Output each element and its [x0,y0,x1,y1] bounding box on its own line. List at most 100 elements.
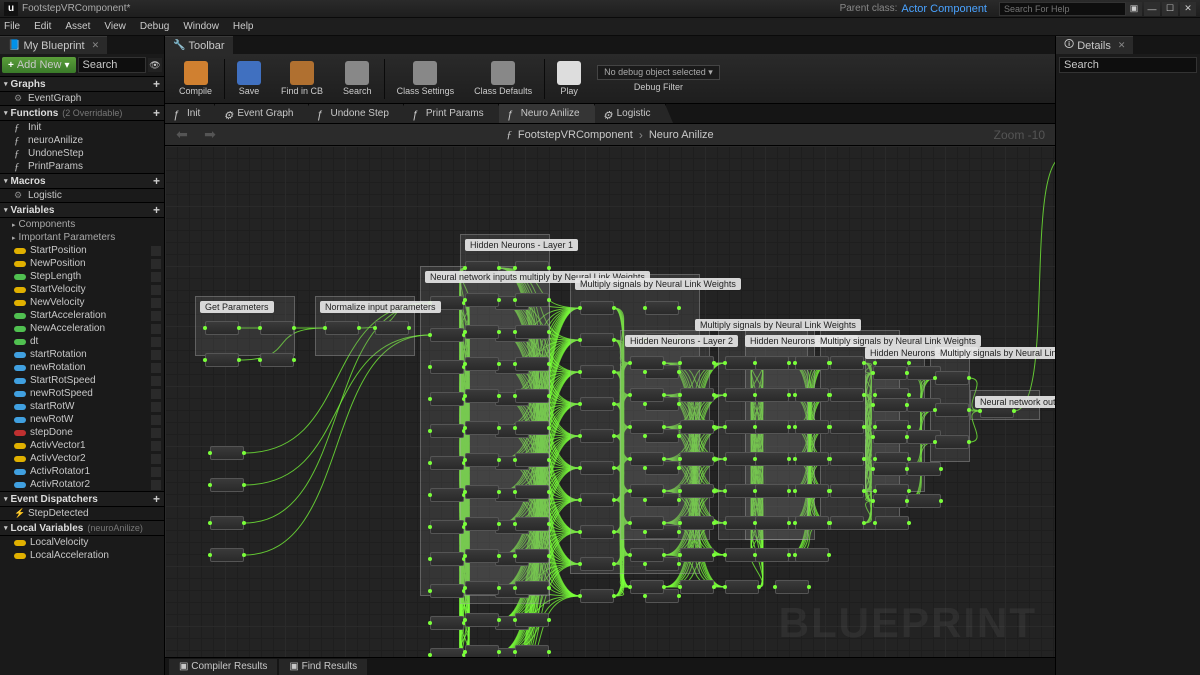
find-in-cb-button[interactable]: Find in CB [271,56,333,102]
class-defaults-button[interactable]: Class Defaults [464,56,542,102]
nav-back-icon[interactable]: ⬅ [173,126,191,144]
graph-node[interactable] [875,516,909,530]
graph-node[interactable] [795,356,829,370]
graph-node[interactable] [630,484,664,498]
graph-node[interactable] [465,325,499,339]
graph-node[interactable] [630,420,664,434]
graph-node[interactable] [515,389,549,403]
graph-node[interactable] [873,494,907,508]
graph-node[interactable] [907,494,941,508]
graph-node[interactable] [515,645,549,657]
toolbar-tab[interactable]: 🔧 Toolbar [165,36,233,54]
graph-node[interactable] [580,525,614,539]
parent-class-link[interactable]: Actor Component [901,3,987,15]
bottom-tab-find-results[interactable]: ▣ Find Results [279,659,367,675]
graph-node[interactable] [873,366,907,380]
menu-asset[interactable]: Asset [65,21,90,32]
graph-node[interactable] [645,301,679,315]
graph-node[interactable] [873,462,907,476]
graph-node[interactable] [515,581,549,595]
function-item[interactable]: ƒneuroAnilize [0,134,164,147]
graph-node[interactable] [430,520,464,534]
graph-node[interactable] [795,548,829,562]
graph-node[interactable] [795,484,829,498]
graph-node[interactable] [515,517,549,531]
graph-node[interactable] [580,493,614,507]
breadcrumb-leaf[interactable]: Neuro Anilize [649,129,714,141]
section-header[interactable]: ▾Graphs+ [0,76,164,92]
graph-tab-print-params[interactable]: ƒPrint Params [404,104,499,123]
localvar-item[interactable]: LocalVelocity [0,536,164,549]
variable-item[interactable]: ActivVector2 [0,452,164,465]
graph-node[interactable] [630,548,664,562]
graph-node[interactable] [630,452,664,466]
graph-node[interactable] [830,484,864,498]
compile-button[interactable]: Compile [169,56,222,102]
window-minimize-icon[interactable]: — [1144,2,1160,16]
graph-node[interactable] [430,616,464,630]
graph-node[interactable] [430,392,464,406]
graph-node[interactable] [210,516,244,530]
function-item[interactable]: ƒInit [0,121,164,134]
graph-node[interactable] [775,580,809,594]
function-item[interactable]: ƒUndoneStep [0,147,164,160]
graph-node[interactable] [465,485,499,499]
graph-node[interactable] [465,645,499,657]
graph-node[interactable] [465,581,499,595]
add-new-button[interactable]: Add New ▾ [2,57,76,73]
graph-node[interactable] [465,293,499,307]
variable-item[interactable]: StartAcceleration [0,309,164,322]
graph-node[interactable] [260,353,294,367]
graph-node[interactable] [515,485,549,499]
graph-node[interactable] [580,589,614,603]
graph-node[interactable] [935,403,969,417]
graph-node[interactable] [205,321,239,335]
variable-item[interactable]: startRotation [0,348,164,361]
graph-node[interactable] [680,580,714,594]
graph-node[interactable] [755,356,789,370]
graph-node[interactable] [580,557,614,571]
macro-item[interactable]: ⚙Logistic [0,189,164,202]
class-settings-button[interactable]: Class Settings [387,56,465,102]
graph-node[interactable] [430,552,464,566]
variable-item[interactable]: StartVelocity [0,283,164,296]
graph-node[interactable] [795,516,829,530]
graph-tab-event-graph[interactable]: ⚙Event Graph [215,104,308,123]
graph-node[interactable] [630,516,664,530]
graph-node[interactable] [580,365,614,379]
graph-node[interactable] [515,293,549,307]
window-dock-icon[interactable]: ▣ [1126,2,1142,16]
graph-node[interactable] [465,453,499,467]
section-header[interactable]: ▾Event Dispatchers+ [0,491,164,507]
graph-node[interactable] [630,580,664,594]
variable-item[interactable]: ActivRotator1 [0,465,164,478]
variable-item[interactable]: StartRotSpeed [0,374,164,387]
my-blueprint-tab[interactable]: 📘 My Blueprint✕ [0,36,107,54]
section-header[interactable]: ▾Local Variables(neuroAnilize) [0,520,164,536]
graph-node[interactable] [907,462,941,476]
help-search-input[interactable] [999,2,1126,16]
graph-node[interactable] [935,371,969,385]
var-group[interactable]: Components [0,218,164,231]
section-header[interactable]: ▾Macros+ [0,173,164,189]
blueprint-search-input[interactable]: Search [78,57,146,73]
graph-node[interactable] [515,613,549,627]
add-icon[interactable]: + [153,174,160,188]
graph-node[interactable] [430,424,464,438]
graph-node[interactable] [430,584,464,598]
nav-forward-icon[interactable]: ➡ [201,126,219,144]
function-item[interactable]: ƒPrintParams [0,160,164,173]
graph-node[interactable] [205,353,239,367]
close-icon[interactable]: ✕ [92,40,100,51]
graph-node[interactable] [755,484,789,498]
graph-node[interactable] [465,421,499,435]
save-button[interactable]: Save [227,56,271,102]
graph-node[interactable] [515,453,549,467]
section-header[interactable]: ▾Functions(2 Overridable)+ [0,105,164,121]
graph-node[interactable] [680,388,714,402]
window-close-icon[interactable]: ✕ [1180,2,1196,16]
graph-node[interactable] [430,328,464,342]
variable-item[interactable]: NewPosition [0,257,164,270]
close-icon[interactable]: ✕ [1118,40,1126,51]
graph-node[interactable] [210,478,244,492]
